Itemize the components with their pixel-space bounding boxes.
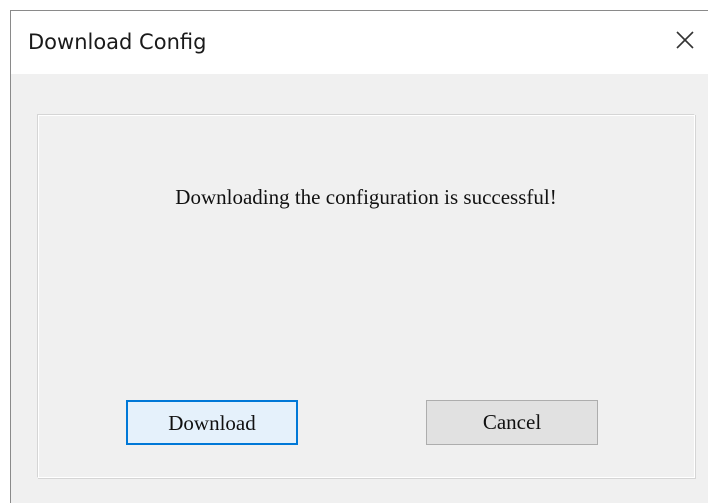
- status-message: Downloading the configuration is success…: [175, 185, 557, 209]
- dialog-title: Download Config: [28, 30, 207, 54]
- download-config-dialog: Download Config Downloading the configur…: [10, 10, 708, 503]
- close-button[interactable]: [670, 25, 700, 55]
- title-bar: Download Config: [11, 11, 708, 74]
- cancel-button[interactable]: Cancel: [426, 400, 598, 445]
- download-button[interactable]: Download: [126, 400, 298, 445]
- close-icon: [676, 31, 694, 49]
